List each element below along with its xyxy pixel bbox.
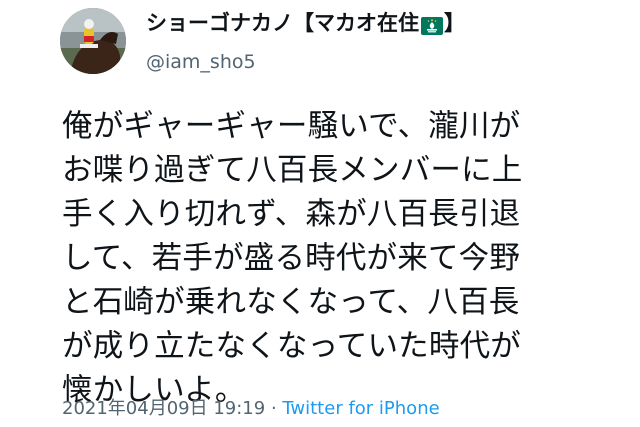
macao-flag-icon — [421, 15, 443, 35]
tweet-text-line: と石崎が乗れなくなって、八百長 — [62, 285, 520, 320]
display-name-bracket: 】 — [444, 11, 465, 35]
display-name[interactable]: ショーゴナカノ【マカオ在住 】 — [146, 10, 465, 36]
tweet-text-line: 俺がギャーギャー騒いで、瀧川が — [62, 109, 521, 144]
tweet-text: 俺がギャーギャー騒いで、瀧川が お喋り過ぎて八百長メンバーに上 手く入り切れず、… — [62, 105, 622, 413]
avatar-image — [60, 8, 126, 74]
user-handle[interactable]: @iam_sho5 — [146, 50, 465, 74]
tweet-source-link[interactable]: Twitter for iPhone — [282, 398, 439, 419]
avatar[interactable] — [60, 8, 126, 74]
tweet-text-line: 手く入り切れず、森が八百長引退 — [62, 197, 521, 232]
tweet-text-line: して、若手が盛る時代が来て今野 — [62, 241, 521, 276]
meta-separator: · — [265, 398, 283, 419]
tweet-text-line: お喋り過ぎて八百長メンバーに上 — [62, 153, 523, 188]
tweet: ショーゴナカノ【マカオ在住 】 @iam_sho5 俺がギャーギャー騒いで、瀧川… — [0, 0, 640, 427]
tweet-meta: 2021年04月09日 19:19 · Twitter for iPhone — [62, 398, 440, 420]
display-name-text: ショーゴナカノ【マカオ在住 — [146, 11, 419, 35]
user-info: ショーゴナカノ【マカオ在住 】 @iam_sho5 — [146, 10, 465, 74]
tweet-timestamp[interactable]: 2021年04月09日 19:19 — [62, 398, 265, 419]
tweet-text-line: が成り立たなくなっていた時代が — [62, 329, 521, 364]
